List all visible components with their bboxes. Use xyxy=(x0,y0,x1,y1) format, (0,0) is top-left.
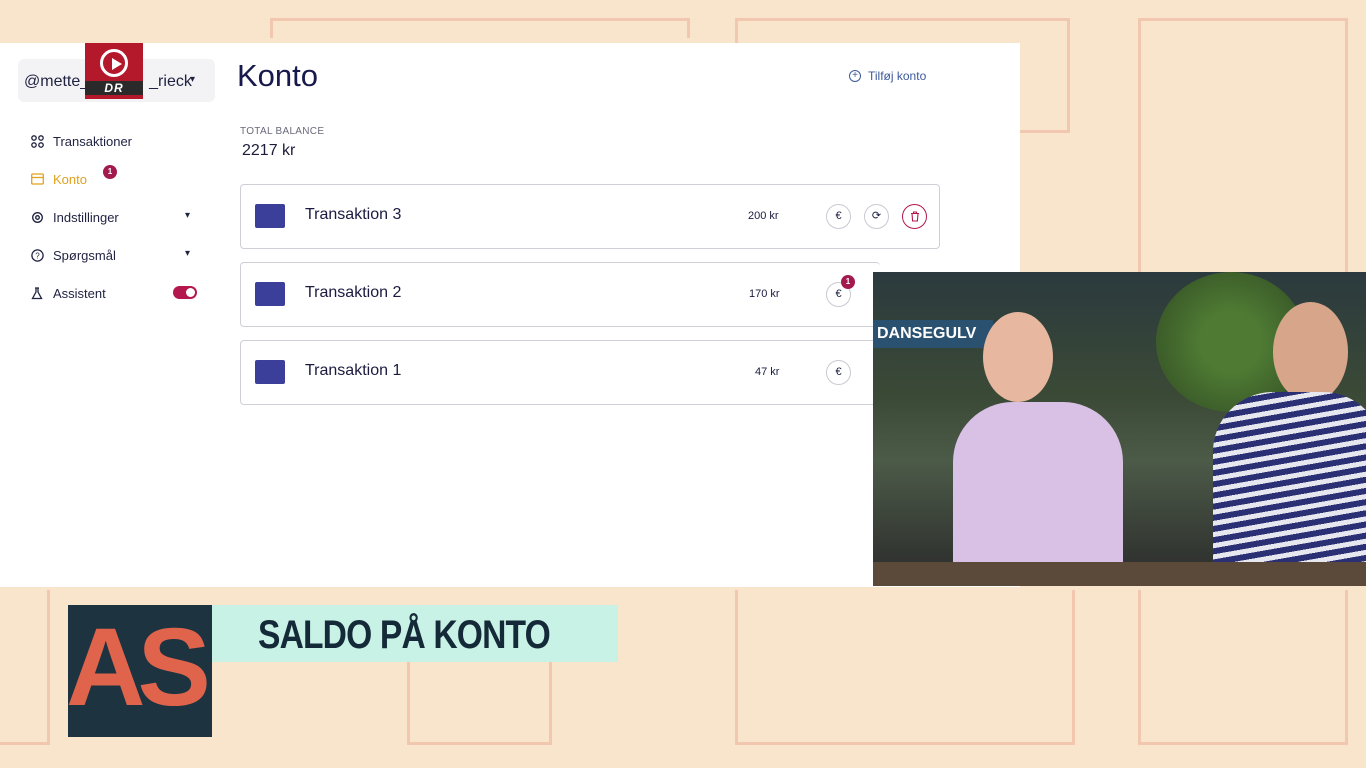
card-icon xyxy=(255,204,285,228)
sidebar-item-label: Spørgsmål xyxy=(53,247,116,263)
sidebar-item-sporgsmal[interactable]: ? Spørgsmål xyxy=(30,245,116,265)
sidebar-item-label: Indstillinger xyxy=(53,209,119,225)
presenter-man xyxy=(1183,282,1366,586)
page-title: Konto xyxy=(237,58,319,93)
sidebar-item-label: Konto xyxy=(53,171,87,187)
add-account-label: Tilføj konto xyxy=(868,69,927,83)
question-icon: ? xyxy=(30,248,44,262)
sidebar-item-indstillinger[interactable]: Indstillinger xyxy=(30,207,119,227)
trash-icon[interactable] xyxy=(902,204,927,229)
play-icon xyxy=(100,49,128,77)
show-logo: AS xyxy=(68,605,212,737)
background-letter xyxy=(270,18,690,38)
account-name-suffix: _rieck xyxy=(149,73,192,90)
notification-badge: 1 xyxy=(103,165,117,179)
transaction-name: Transaktion 2 xyxy=(305,284,402,301)
sidebar-item-konto[interactable]: Konto xyxy=(30,169,87,189)
sidebar-item-label: Transaktioner xyxy=(53,133,132,149)
gear-icon xyxy=(30,210,44,224)
sidebar-item-label: Assistent xyxy=(53,285,106,301)
transaction-name: Transaktion 3 xyxy=(305,206,402,223)
caption-text: SALDO PÅ KONTO xyxy=(258,613,551,657)
background-letter xyxy=(1138,590,1348,745)
background-letter xyxy=(0,590,50,745)
caption-bar: SALDO PÅ KONTO xyxy=(212,605,618,662)
sidebar-item-transaktioner[interactable]: Transaktioner xyxy=(30,131,132,151)
plus-icon: + xyxy=(849,70,861,82)
dr-logo-text: DR xyxy=(85,81,143,95)
flask-icon xyxy=(30,286,44,300)
chevron-down-icon[interactable]: ▾ xyxy=(185,210,190,221)
transaction-amount: 170 kr xyxy=(749,288,780,300)
svg-text:?: ? xyxy=(35,251,40,260)
presenter-woman xyxy=(953,292,1123,586)
dr-channel-logo: DR xyxy=(85,43,143,99)
chevron-down-icon: ▾ xyxy=(189,74,195,85)
assistent-toggle[interactable] xyxy=(173,286,197,299)
sidebar-item-assistent[interactable]: Assistent xyxy=(30,283,106,303)
total-balance-label: TOTAL BALANCE xyxy=(240,126,325,137)
transaction-name: Transaktion 1 xyxy=(305,362,402,379)
refresh-icon[interactable]: ⟳ xyxy=(864,204,889,229)
studio-desk xyxy=(873,562,1366,586)
transaction-amount: 47 kr xyxy=(755,366,780,378)
transaction-amount: 200 kr xyxy=(748,210,779,222)
total-balance-value: 2217 kr xyxy=(242,142,296,159)
wallet-icon xyxy=(30,172,44,186)
transaction-card[interactable]: Transaktion 2 170 kr € 1 xyxy=(240,262,880,327)
studio-video-feed: DANSEGULV xyxy=(873,272,1366,586)
chevron-down-icon[interactable]: ▾ xyxy=(185,248,190,259)
background-letter xyxy=(735,590,1075,745)
add-account-button[interactable]: + Tilføj konto xyxy=(849,69,926,83)
transaction-card[interactable]: Transaktion 3 200 kr € ⟳ xyxy=(240,184,940,249)
background-letter xyxy=(407,660,552,745)
background-letter xyxy=(1138,18,1348,278)
transaction-card[interactable]: Transaktion 1 47 kr € xyxy=(240,340,880,405)
euro-icon[interactable]: € xyxy=(826,360,851,385)
grid-icon xyxy=(30,134,44,148)
notification-badge: 1 xyxy=(841,275,855,289)
account-name: @mette_ xyxy=(24,73,90,90)
show-logo-text: AS xyxy=(68,606,211,729)
card-icon xyxy=(255,360,285,384)
card-icon xyxy=(255,282,285,306)
euro-icon[interactable]: € xyxy=(826,204,851,229)
